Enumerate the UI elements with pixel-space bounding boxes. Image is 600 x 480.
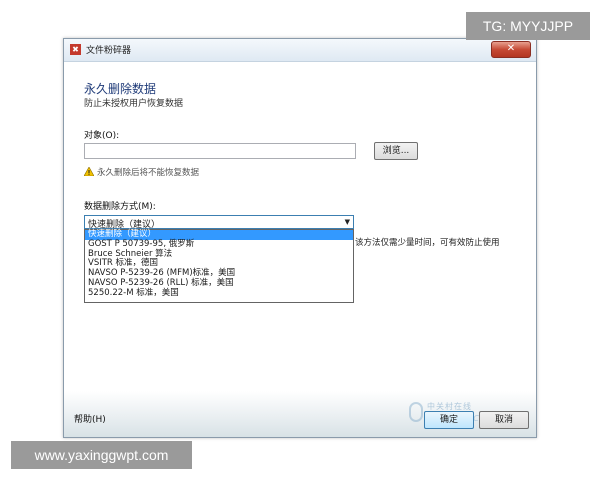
title-bar[interactable]: ✖ 文件粉碎器 ✕ bbox=[64, 39, 536, 62]
window-title: 文件粉碎器 bbox=[86, 46, 132, 56]
cancel-button[interactable]: 取消 bbox=[479, 411, 529, 429]
app-icon: ✖ bbox=[70, 44, 81, 55]
close-button[interactable]: ✕ bbox=[491, 41, 531, 58]
help-link[interactable]: 帮助(H) bbox=[74, 412, 106, 425]
url-watermark: www.yaxinggwpt.com bbox=[11, 441, 192, 469]
browse-button[interactable]: 浏览... bbox=[374, 142, 418, 160]
method-dropdown-list: 快速删除（建议） GOST P 50739-95, 俄罗斯 Bruce Schn… bbox=[84, 229, 354, 303]
warning-text: 永久删除后将不能恢复数据 bbox=[97, 168, 200, 178]
target-path-input[interactable] bbox=[84, 143, 356, 159]
zol-logo-icon bbox=[409, 402, 423, 422]
method-label: 数据删除方式(M): bbox=[84, 202, 156, 212]
warning-icon bbox=[84, 167, 94, 176]
page-subtitle: 防止未授权用户恢复数据 bbox=[84, 99, 184, 109]
page-title: 永久删除数据 bbox=[84, 82, 157, 96]
file-shredder-dialog: ✖ 文件粉碎器 ✕ 永久删除数据 防止未授权用户恢复数据 对象(O): 浏览..… bbox=[63, 38, 537, 438]
tg-watermark: TG: MYYJJPP bbox=[466, 12, 590, 40]
method-description: 该方法仅需少量时间，可有效防止使用 bbox=[355, 238, 500, 248]
warning-row: 永久删除后将不能恢复数据 bbox=[84, 166, 199, 178]
ok-button[interactable]: 确定 bbox=[424, 411, 474, 429]
method-option[interactable]: 5250.22-M 标准，美国 bbox=[85, 288, 353, 299]
method-select[interactable]: 快速删除（建议） ▼ bbox=[84, 215, 354, 230]
target-label: 对象(O): bbox=[84, 131, 120, 141]
chevron-down-icon[interactable]: ▼ bbox=[345, 218, 350, 226]
